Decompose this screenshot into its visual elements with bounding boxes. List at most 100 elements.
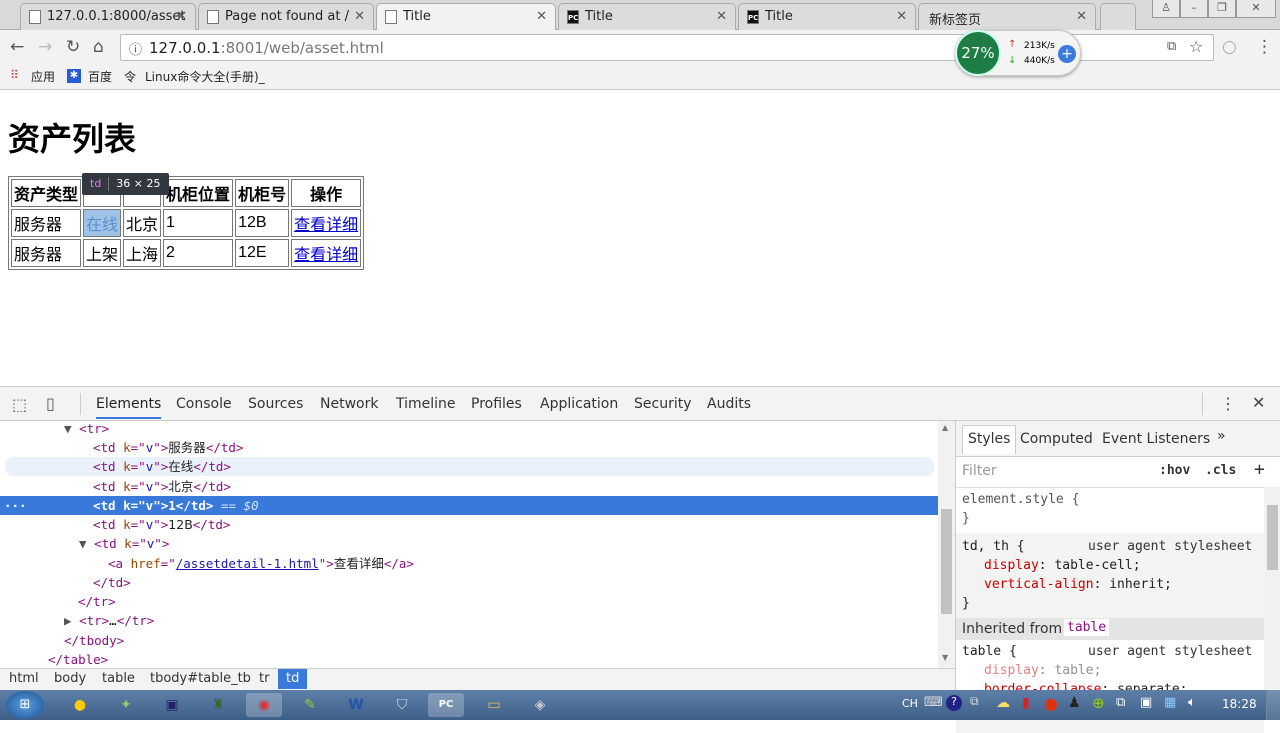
translate-icon[interactable]: ⧉ [1167,39,1176,54]
dom-node-a[interactable]: <a href="/assetdetail-1.html">查看详细</a> [0,554,938,573]
minimize-button[interactable]: – [1180,0,1208,18]
display-icon[interactable]: ⧉ [970,694,979,709]
dom-node-td[interactable]: <td k="v">北京</td> [0,477,938,496]
restore-button[interactable]: ❐ [1208,0,1236,18]
save-floppy-icon[interactable]: ▣ [154,693,190,717]
tab-audits[interactable]: Audits [707,396,751,412]
tab-event-listeners[interactable]: Event Listeners [1102,431,1210,447]
tab-sources[interactable]: Sources [248,396,303,412]
css-value[interactable]: table; [1054,663,1101,678]
dom-node-tr-collapsed[interactable]: ▶ <tr>…</tr> [0,611,938,630]
scrollbar-thumb[interactable] [941,509,952,614]
hov-toggle[interactable]: :hov [1159,463,1190,478]
tab-elements[interactable]: Elements [96,396,162,419]
dom-node-td[interactable]: <td k="v">12B</td> [0,515,938,534]
close-devtools-icon[interactable]: ✕ [1252,393,1265,412]
css-property[interactable]: display [984,558,1039,573]
tab-application[interactable]: Application [540,396,618,412]
tray-app-icon[interactable]: ▦ [1164,695,1176,710]
tab-styles[interactable]: Styles [962,425,1017,454]
dom-node-td-selected[interactable]: ··· <td k="v">1</td> == $0 [0,496,938,515]
qq-icon[interactable]: ♟ [1068,695,1081,711]
view-detail-link[interactable]: 查看详细 [294,217,358,234]
volume-icon[interactable]: 🔈︎ [1188,695,1196,710]
menu-icon[interactable]: ⋮ [1256,37,1273,57]
breadcrumb-tbody[interactable]: tbody#table_tb [150,671,251,686]
css-property[interactable]: display [984,663,1039,678]
help-icon[interactable]: ? [946,695,962,711]
close-window-button[interactable]: ✕ [1236,0,1276,18]
dom-node-td[interactable]: ▼ <td k="v"> [0,534,938,553]
close-tab-icon[interactable]: ✕ [896,9,907,24]
dom-node-td-hovered[interactable]: <td k="v">在线</td> [0,457,938,476]
view-detail-link[interactable]: 查看详细 [294,247,358,264]
start-button[interactable]: ⊞ [6,691,44,719]
close-tab-icon[interactable]: ✕ [716,9,727,24]
tab-network[interactable]: Network [320,396,378,412]
more-tabs-icon[interactable]: » [1217,428,1226,444]
breadcrumb-td[interactable]: td [278,669,308,689]
element-style-rule[interactable]: element.style { [962,492,1079,507]
browser-tab[interactable]: Page not found at / ✕ [198,3,374,30]
tab-security[interactable]: Security [634,396,692,412]
tab-profiles[interactable]: Profiles [471,396,522,412]
css-value[interactable]: inherit; [1109,577,1172,592]
network-speed-widget[interactable]: 27% ↑ 213K/s ↓ 440K/s + [955,30,1081,76]
dom-node-td[interactable]: <td k="v">服务器</td> [0,438,938,457]
rule-selector[interactable]: table { [962,644,1017,659]
dom-scrollbar[interactable]: ▲ ▼ [938,421,955,668]
word-icon[interactable]: W [338,693,374,717]
browser-tab[interactable]: PC Title ✕ [738,3,916,30]
close-tab-icon[interactable]: ✕ [536,9,547,24]
chrome-icon[interactable]: ◉ [246,693,282,717]
plus-icon[interactable]: + [1058,45,1076,63]
css-property[interactable]: vertical-align [984,577,1094,592]
css-value[interactable]: table-cell; [1054,558,1140,573]
360-icon[interactable]: ⊕ [1092,694,1105,712]
taskbar-app-icon[interactable]: ♜ [200,693,236,717]
taskbar-app-icon[interactable]: ● [62,693,98,717]
bookmark-baidu[interactable]: 百度 [88,68,112,85]
clock[interactable]: 18:28 [1222,697,1257,711]
breadcrumb-body[interactable]: body [54,671,86,686]
close-tab-icon[interactable]: ✕ [176,9,187,24]
tray-windows-icon[interactable]: ⧉ [1116,695,1125,710]
browser-tab[interactable]: 127.0.0.1:8000/asset ✕ [20,3,196,30]
shield-icon[interactable]: ⛉ [384,693,420,717]
forward-icon[interactable]: → [38,37,52,57]
pycharm-icon[interactable]: PC [428,693,464,717]
device-toolbar-icon[interactable]: ▯ [46,394,55,413]
href-link[interactable]: /assetdetail-1.html [176,556,319,571]
record-icon[interactable]: ● [1044,694,1058,713]
dom-node-tr[interactable]: ▼ <tr> [0,421,938,438]
show-desktop-button[interactable] [1266,690,1280,720]
keyboard-icon[interactable]: ⌨ [924,695,943,710]
inspect-element-icon[interactable]: ⬚ [12,395,27,414]
styles-scrollbar[interactable] [1264,487,1280,690]
info-icon[interactable]: ⓘ [129,39,142,58]
user-icon[interactable]: ♙ [1152,0,1180,18]
ellipsis-icon[interactable]: ··· [4,496,27,515]
tab-computed[interactable]: Computed [1020,431,1093,447]
back-icon[interactable]: ← [10,37,24,57]
close-tab-icon[interactable]: ✕ [1076,9,1087,24]
bookmark-star-icon[interactable]: ☆ [1189,37,1203,56]
more-options-icon[interactable]: ⋮ [1220,394,1236,413]
network-icon[interactable]: ▣ [1140,695,1152,710]
new-rule-button[interactable]: + [1254,459,1265,480]
taskbar-app-icon[interactable]: ✦ [108,693,144,717]
tab-console[interactable]: Console [176,396,232,412]
close-tab-icon[interactable]: ✕ [354,9,365,24]
scrollbar-thumb[interactable] [1267,505,1278,570]
bookmark-apps[interactable]: 应用 [31,68,55,85]
cls-toggle[interactable]: .cls [1205,463,1236,478]
browser-tab-active[interactable]: Title ✕ [376,3,556,30]
taskbar-app-icon[interactable]: ◈ [522,693,558,717]
weather-icon[interactable]: ☁ [996,695,1010,711]
reload-icon[interactable]: ↻ [66,37,80,57]
new-tab-button[interactable] [1100,3,1136,30]
home-icon[interactable]: ⌂ [93,37,104,57]
tab-timeline[interactable]: Timeline [396,396,456,412]
bookmark-linux[interactable]: Linux命令大全(手册)_ [145,68,265,85]
breadcrumb-table[interactable]: table [102,671,135,686]
